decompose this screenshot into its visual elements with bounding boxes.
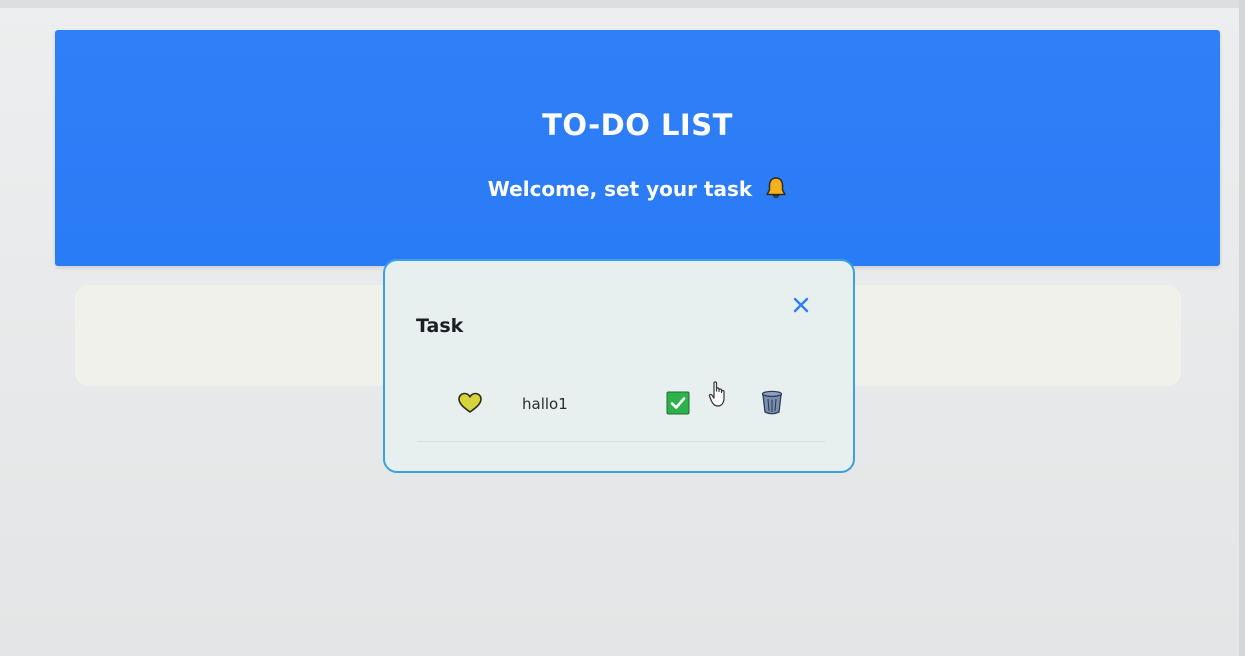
screen-top-edge bbox=[0, 0, 1245, 8]
page-title: TO-DO LIST bbox=[542, 108, 733, 142]
screen-right-edge bbox=[1239, 0, 1245, 656]
task-text: hallo1 bbox=[522, 395, 568, 413]
page: TO-DO LIST Welcome, set your task Task h… bbox=[0, 0, 1245, 656]
task-modal: Task hallo1 bbox=[383, 259, 855, 473]
close-icon[interactable] bbox=[790, 294, 812, 316]
heart-icon[interactable] bbox=[457, 391, 483, 415]
header-banner: TO-DO LIST Welcome, set your task bbox=[55, 30, 1220, 266]
trash-icon[interactable] bbox=[759, 388, 785, 416]
bell-icon bbox=[765, 176, 787, 205]
task-row: hallo1 bbox=[417, 371, 825, 442]
hand-pointer-icon bbox=[706, 379, 730, 409]
welcome-subtitle: Welcome, set your task bbox=[55, 176, 1220, 205]
welcome-text: Welcome, set your task bbox=[487, 177, 753, 201]
checkbox-checked-icon[interactable] bbox=[666, 391, 690, 415]
modal-title: Task bbox=[416, 315, 464, 337]
